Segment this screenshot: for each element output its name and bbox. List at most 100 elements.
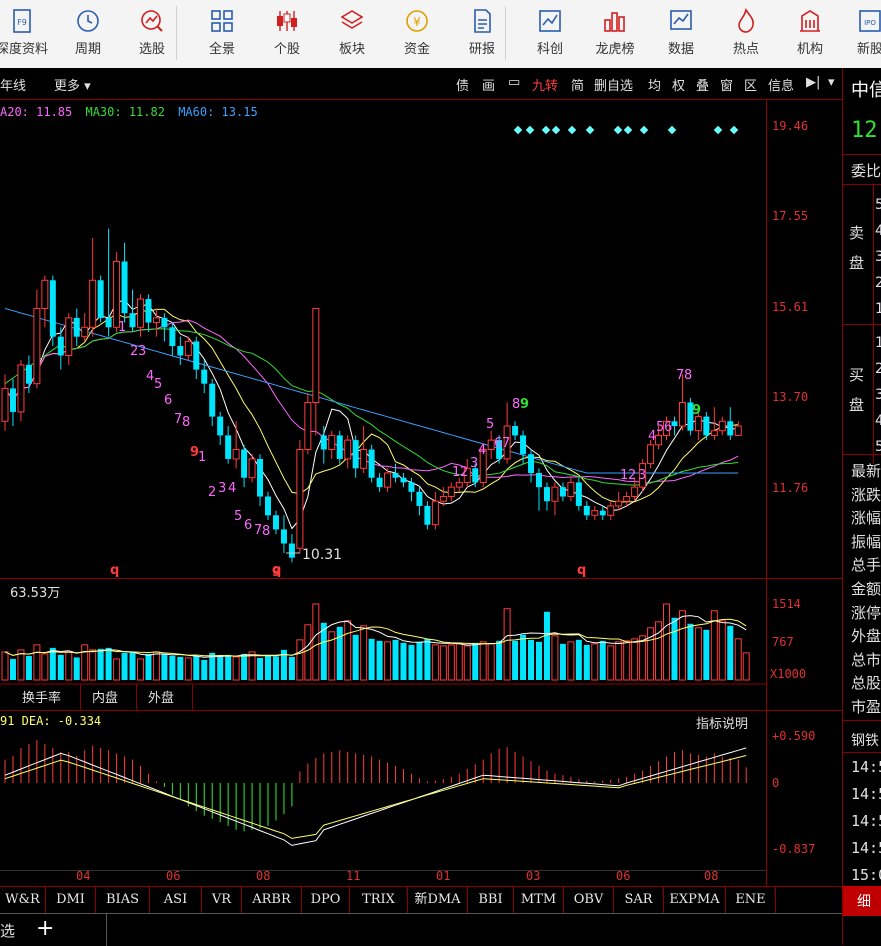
- add-icon[interactable]: +: [36, 916, 54, 941]
- candle-body: [439, 496, 447, 502]
- volume-bar: [742, 652, 750, 681]
- candle-body: [599, 510, 606, 516]
- subbar-item-info[interactable]: 信息: [768, 75, 794, 94]
- indicator-tab-ene[interactable]: ENE: [726, 887, 776, 913]
- volume-tick-1: 1514: [772, 597, 801, 611]
- flame-icon: [738, 8, 754, 33]
- volume-bar: [687, 623, 694, 680]
- indicator-tab-dma[interactable]: 新DMA: [408, 887, 468, 913]
- volume-bar: [225, 654, 232, 680]
- candle-body: [575, 482, 582, 506]
- toolbar-button-7[interactable]: ¥ 资金: [385, 6, 449, 64]
- latest-price: 12.: [851, 118, 881, 143]
- nine-turn-count: 6: [664, 420, 672, 435]
- indicator-tab-vr[interactable]: VR: [202, 887, 242, 913]
- dropdown-icon[interactable]: ▾: [828, 75, 835, 90]
- volume-bar: [344, 620, 352, 681]
- volume-bar: [599, 640, 606, 680]
- bottom-left-label[interactable]: 选: [0, 920, 15, 941]
- candle-body: [105, 317, 112, 328]
- volume-bar: [416, 641, 423, 680]
- clock-icon: [77, 10, 99, 32]
- indicator-tab-arbr[interactable]: ARBR: [242, 887, 302, 913]
- indicator-tab-sar[interactable]: SAR: [614, 887, 664, 913]
- indicator-tab-obv[interactable]: OBV: [564, 887, 614, 913]
- candle-body: [225, 435, 232, 459]
- volume-bar: [41, 653, 49, 681]
- volume-bar: [639, 635, 647, 681]
- indicator-tab-wr[interactable]: W&R: [0, 887, 46, 913]
- volume-bar: [455, 643, 463, 681]
- month-label: 06: [616, 869, 631, 883]
- candle-body: [304, 401, 312, 451]
- candle-body: [41, 279, 49, 309]
- indicator-tab-mtm[interactable]: MTM: [514, 887, 564, 913]
- volume-bar: [559, 643, 566, 680]
- candle-body: [65, 317, 73, 356]
- candle-body: [49, 280, 56, 337]
- candle-body: [416, 491, 423, 506]
- collapse-right-icon[interactable]: ▶|: [806, 75, 820, 90]
- svg-text:IPO: IPO: [864, 19, 876, 27]
- volume-bar: [152, 651, 160, 681]
- quote-field-label: 振幅: [851, 532, 881, 551]
- toolbar-button-13[interactable]: 机构: [778, 6, 842, 64]
- candle-body: [368, 449, 375, 478]
- toolbar-button-9[interactable]: 科创: [518, 6, 582, 64]
- indicator-tab-dmi[interactable]: DMI: [46, 887, 96, 913]
- nine-turn-count: 9: [520, 397, 529, 412]
- volume-bar: [400, 642, 407, 680]
- signal-diamond: [623, 125, 633, 135]
- toolbar-button-2[interactable]: 周期: [56, 6, 120, 64]
- month-axis-line: [0, 870, 766, 871]
- nine-turn-marker-q: q: [577, 563, 586, 578]
- bar-ranking-icon: [604, 12, 625, 32]
- candle-body: [392, 473, 399, 478]
- signal-diamond: [639, 125, 649, 135]
- volume-unit: X1000: [770, 667, 807, 681]
- indicator-tab-asi[interactable]: ASI: [150, 887, 202, 913]
- indicator-tab-dpo[interactable]: DPO: [302, 887, 350, 913]
- yen-icon: ¥: [406, 10, 428, 32]
- toolbar-button-6[interactable]: 板块: [320, 6, 384, 64]
- candle-body: [559, 487, 566, 497]
- volume-bar: [136, 658, 144, 681]
- volume-bar: [265, 655, 272, 680]
- indicator-tab-bias[interactable]: BIAS: [96, 887, 150, 913]
- toolbar-label: 龙虎榜: [595, 42, 635, 57]
- candle-body: [384, 472, 392, 488]
- toolbar-button-4[interactable]: 全景: [190, 6, 254, 64]
- toolbar-button-14[interactable]: IPO 新股: [838, 6, 881, 64]
- volume-bar: [33, 644, 41, 681]
- volume-bar: [73, 657, 80, 680]
- detail-tab[interactable]: 细: [843, 886, 881, 916]
- toolbar-button-1[interactable]: F9 深度资料: [0, 6, 54, 64]
- indicator-tab-trix[interactable]: TRIX: [350, 887, 408, 913]
- candle-body: [145, 299, 152, 323]
- toolbar-button-11[interactable]: 数据: [649, 6, 713, 64]
- toolbar-button-10[interactable]: 龙虎榜: [583, 6, 647, 64]
- volume-bar: [607, 645, 615, 681]
- toolbar-button-5[interactable]: 个股: [255, 6, 319, 64]
- month-label: 06: [166, 869, 181, 883]
- macd-tick-1: +0.590: [772, 729, 816, 743]
- candlestick-chart[interactable]: 10.3112 34567 8912 3 456 7 891 23456 78 91 2 345 67 8…: [0, 68, 766, 886]
- volume-bar: [487, 643, 495, 681]
- candle-body: [607, 505, 615, 516]
- volume-bar: [472, 642, 479, 680]
- indicator-tab-expma[interactable]: EXPMA: [664, 887, 726, 913]
- toolbar-label: 科创: [536, 42, 563, 57]
- indicator-tab-bbi[interactable]: BBI: [468, 887, 514, 913]
- candle-body: [655, 434, 663, 446]
- candle-body: [136, 298, 144, 328]
- candle-body: [312, 307, 320, 403]
- volume-bar: [296, 639, 304, 681]
- macd-tick-3: -0.837: [772, 842, 816, 856]
- volume-bar: [447, 644, 455, 681]
- candle-body: [201, 369, 208, 384]
- volume-bar: [431, 644, 439, 681]
- toolbar-button-12[interactable]: 热点: [714, 6, 778, 64]
- toolbar-label: 新股: [856, 42, 881, 57]
- toolbar-button-3[interactable]: 选股: [120, 6, 184, 64]
- candle-body: [272, 515, 279, 530]
